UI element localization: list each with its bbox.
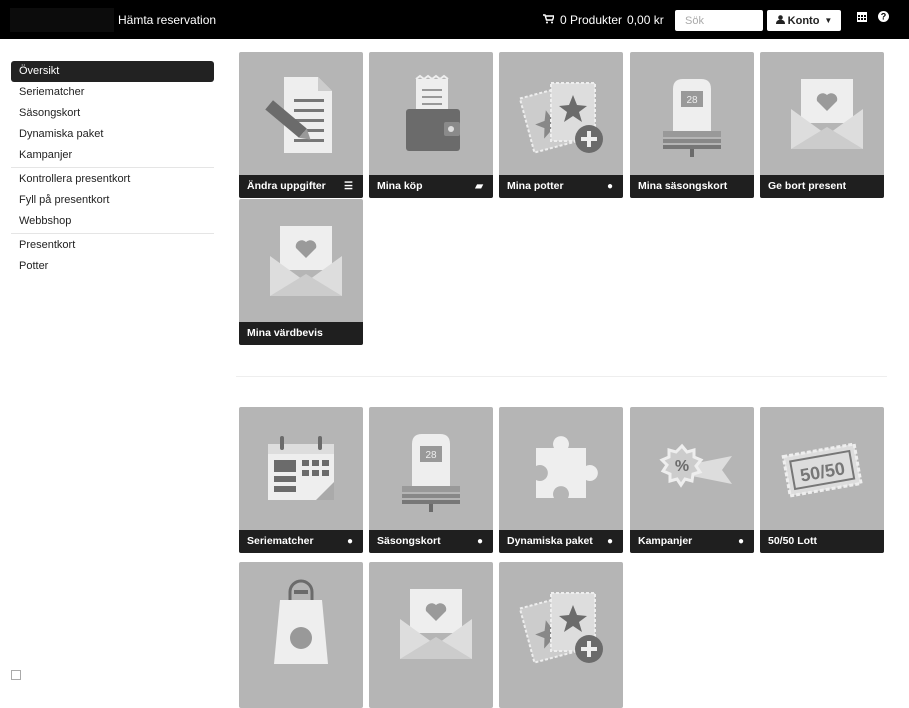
help-icon[interactable]: ? xyxy=(878,11,889,25)
chevron-down-icon: ▼ xyxy=(824,16,833,25)
tile-label: 50/50 Lott xyxy=(768,535,818,547)
list-icon: ☰ xyxy=(344,181,353,192)
cart-total: 0,00 kr xyxy=(627,13,664,27)
percent-badge-icon: % xyxy=(630,407,754,530)
calendar-day-number: 28 xyxy=(686,95,698,106)
tile-label: Dynamiska paket xyxy=(507,535,593,547)
search-input[interactable] xyxy=(675,10,763,31)
tickets-add-icon xyxy=(499,562,623,685)
tile-webbshop[interactable] xyxy=(239,562,363,708)
tile-caption: Mina säsongskort xyxy=(630,175,754,198)
tile-potter[interactable] xyxy=(499,562,623,708)
fetch-reservation-link[interactable]: Hämta reservation xyxy=(118,13,216,27)
svg-text:?: ? xyxy=(881,12,887,22)
tile-caption: Mina köp ▰ xyxy=(369,175,493,198)
user-icon xyxy=(775,14,785,27)
tile-mina-sasongskort[interactable]: 28 Mina säsongskort xyxy=(630,52,754,198)
tile-label: Mina värdbevis xyxy=(247,327,323,339)
sidebar-item-sasongskort[interactable]: Säsongskort xyxy=(11,103,214,124)
info-circle-icon: ● xyxy=(476,536,483,547)
info-circle-icon: ● xyxy=(737,536,744,547)
tile-caption: Mina potter ● xyxy=(499,175,623,198)
tile-label: Mina potter xyxy=(507,180,564,192)
info-circle-icon: ● xyxy=(606,536,613,547)
calendar-icon[interactable] xyxy=(857,11,867,25)
wallet-receipt-icon xyxy=(369,52,493,175)
folder-open-icon: ▰ xyxy=(475,181,483,192)
tile-caption: Dynamiska paket ● xyxy=(499,530,623,553)
tile-label: Mina köp xyxy=(377,180,423,192)
seat-calendar-icon: 28 xyxy=(630,52,754,175)
seat-calendar-icon: 28 xyxy=(369,407,493,530)
edit-document-icon xyxy=(239,52,363,175)
tile-andra-uppgifter[interactable]: Ändra uppgifter ☰ xyxy=(239,52,363,198)
tile-label: Seriematcher xyxy=(247,535,314,547)
account-label: Konto xyxy=(787,14,820,27)
tile-label: Kampanjer xyxy=(638,535,693,547)
tile-ge-bort-present[interactable]: Ge bort present xyxy=(760,52,884,198)
calendar-grid-icon xyxy=(239,407,363,530)
top-navbar: Hämta reservation 0 Produkter 0,00 kr Ko… xyxy=(0,0,909,39)
checkbox[interactable] xyxy=(11,670,21,680)
tile-caption: Säsongskort ● xyxy=(369,530,493,553)
envelope-heart-icon xyxy=(239,199,363,322)
cart-count: 0 Produkter xyxy=(560,13,623,27)
tile-label: Säsongskort xyxy=(377,535,441,547)
tile-kampanjer[interactable]: % Kampanjer ● xyxy=(630,407,754,553)
sidebar-divider xyxy=(11,167,214,168)
info-circle-icon: ● xyxy=(346,536,353,547)
sidebar-item-dynamiska-paket[interactable]: Dynamiska paket xyxy=(11,124,214,145)
account-dropdown-button[interactable]: Konto ▼ xyxy=(767,10,841,31)
tile-presentkort[interactable] xyxy=(369,562,493,708)
sidebar-item-webbshop[interactable]: Webbshop xyxy=(11,211,214,232)
tile-label: Ge bort present xyxy=(768,180,847,192)
section-divider xyxy=(236,376,887,377)
tile-sasongskort[interactable]: 28 Säsongskort ● xyxy=(369,407,493,553)
brand-logo[interactable] xyxy=(10,8,114,32)
sidebar-item-potter[interactable]: Potter xyxy=(11,256,214,277)
tile-seriematcher[interactable]: Seriematcher ● xyxy=(239,407,363,553)
tile-label: Mina säsongskort xyxy=(638,180,728,192)
tickets-add-icon xyxy=(499,52,623,175)
envelope-heart-icon xyxy=(369,562,493,685)
tile-mina-vardbevis[interactable]: Mina värdbevis xyxy=(239,199,363,345)
tile-caption: 50/50 Lott xyxy=(760,530,884,553)
tile-caption: Ge bort present xyxy=(760,175,884,198)
sidebar-divider xyxy=(11,233,214,234)
tile-dynamiska-paket[interactable]: Dynamiska paket ● xyxy=(499,407,623,553)
sidebar-item-kontrollera-presentkort[interactable]: Kontrollera presentkort xyxy=(11,169,214,190)
tile-caption: Ändra uppgifter ☰ xyxy=(239,175,363,198)
sidebar-item-fyll-pa-presentkort[interactable]: Fyll på presentkort xyxy=(11,190,214,211)
sidebar-item-kampanjer[interactable]: Kampanjer xyxy=(11,145,214,166)
percent-symbol: % xyxy=(675,458,689,475)
cart-summary[interactable]: 0 Produkter 0,00 kr xyxy=(543,13,664,27)
puzzle-piece-icon xyxy=(499,407,623,530)
sidebar-item-presentkort[interactable]: Presentkort xyxy=(11,235,214,256)
tile-mina-kop[interactable]: Mina köp ▰ xyxy=(369,52,493,198)
sidebar-item-oversikt[interactable]: Översikt xyxy=(11,61,214,82)
sidebar-nav: Översikt Seriematcher Säsongskort Dynami… xyxy=(11,61,214,277)
tile-50-50-lott[interactable]: 50/50 50/50 Lott xyxy=(760,407,884,553)
tile-mina-potter[interactable]: Mina potter ● xyxy=(499,52,623,198)
tile-caption: Mina värdbevis xyxy=(239,322,363,345)
envelope-heart-icon xyxy=(760,52,884,175)
tile-caption: Seriematcher ● xyxy=(239,530,363,553)
tile-label: Ändra uppgifter xyxy=(247,180,326,192)
lottery-ticket-icon: 50/50 xyxy=(760,407,884,530)
sidebar-item-seriematcher[interactable]: Seriematcher xyxy=(11,82,214,103)
tile-caption: Kampanjer ● xyxy=(630,530,754,553)
shopping-bag-icon xyxy=(239,562,363,685)
info-circle-icon: ● xyxy=(606,181,613,192)
cart-icon xyxy=(543,13,556,27)
calendar-day-number: 28 xyxy=(425,450,437,461)
